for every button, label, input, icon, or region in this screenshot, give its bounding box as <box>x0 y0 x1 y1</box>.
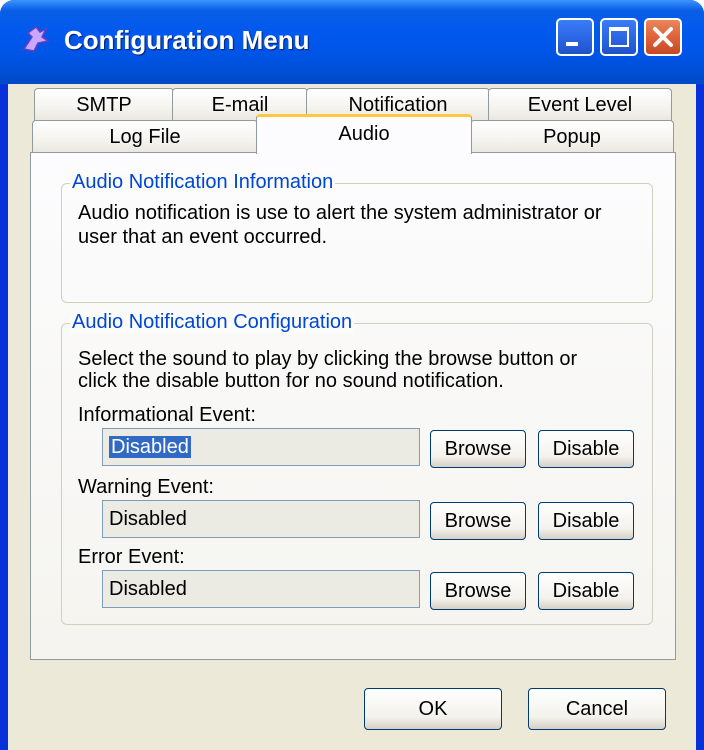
warning-browse-button[interactable]: Browse <box>430 502 526 540</box>
warning-event-value: Disabled <box>109 508 187 530</box>
error-event-field[interactable]: Disabled <box>102 570 420 608</box>
audio-config-line-1: Select the sound to play by clicking the… <box>78 348 578 370</box>
title-bar[interactable]: Configuration Menu <box>0 0 704 84</box>
warning-disable-button[interactable]: Disable <box>538 502 634 540</box>
warning-event-label: Warning Event: <box>78 476 214 498</box>
audio-info-line-1: Audio notification is use to alert the s… <box>78 202 602 224</box>
tab-smtp[interactable]: SMTP <box>34 88 174 122</box>
informational-browse-button[interactable]: Browse <box>430 430 526 468</box>
tab-popup[interactable]: Popup <box>470 120 674 154</box>
app-icon <box>22 25 50 52</box>
audio-config-group: Audio Notification Configuration Select … <box>61 311 653 625</box>
cancel-button[interactable]: Cancel <box>528 688 666 730</box>
tab-audio[interactable]: Audio <box>256 114 472 154</box>
warning-event-field[interactable]: Disabled <box>102 500 420 538</box>
minimize-icon <box>566 42 578 46</box>
audio-info-group: Audio Notification Information Audio not… <box>61 171 653 303</box>
error-event-value: Disabled <box>109 578 187 600</box>
configuration-window: Configuration Menu SMTP E-mail Notificat… <box>0 0 704 750</box>
tab-event-level[interactable]: Event Level <box>488 88 672 122</box>
audio-info-group-title: Audio Notification Information <box>70 171 336 194</box>
close-button[interactable] <box>644 18 682 56</box>
error-disable-button[interactable]: Disable <box>538 572 634 610</box>
minimize-button[interactable] <box>556 18 594 56</box>
maximize-button[interactable] <box>600 18 638 56</box>
informational-event-value: Disabled <box>109 436 191 458</box>
audio-config-line-2: click the disable button for no sound no… <box>78 370 504 392</box>
informational-disable-button[interactable]: Disable <box>538 430 634 468</box>
informational-event-field[interactable]: Disabled <box>102 428 420 466</box>
window-title: Configuration Menu <box>64 25 310 55</box>
close-icon <box>653 27 673 47</box>
dialog-body: SMTP E-mail Notification Event Level Log… <box>8 84 696 750</box>
maximize-icon <box>609 27 629 47</box>
tab-log-file[interactable]: Log File <box>32 120 258 154</box>
error-browse-button[interactable]: Browse <box>430 572 526 610</box>
audio-info-line-2: user that an event occurred. <box>78 226 328 248</box>
ok-button[interactable]: OK <box>364 688 502 730</box>
error-event-label: Error Event: <box>78 546 185 568</box>
audio-config-group-title: Audio Notification Configuration <box>70 311 355 334</box>
audio-tab-panel: Audio Notification Information Audio not… <box>30 152 676 660</box>
informational-event-label: Informational Event: <box>78 404 256 426</box>
